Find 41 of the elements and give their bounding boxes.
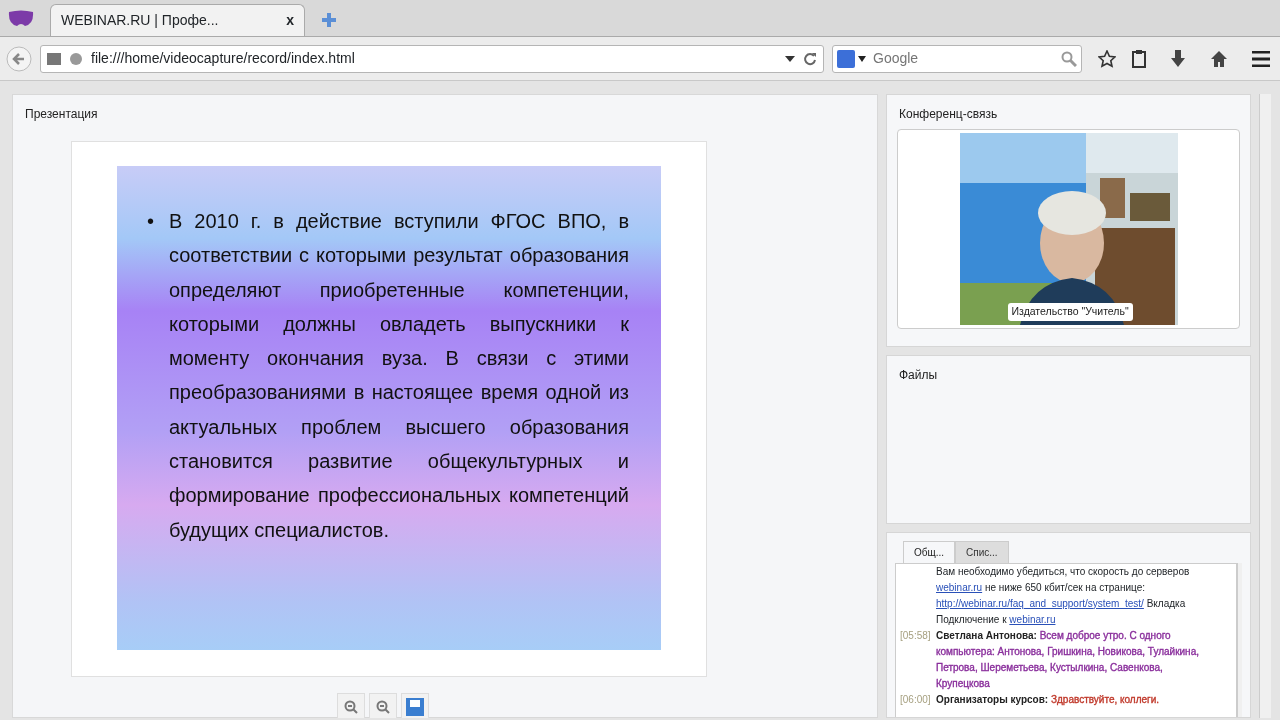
chat-message: Вам необходимо убедиться, что скорость до серверов webinar.ru не ниже 650 кбит/сек на странице: http://webinar.ru/faq_and_support/system_test/ Вкладка Подключение к webinar.ru — [936, 564, 1191, 627]
floppy-icon — [406, 697, 424, 716]
chat-message: Организаторы курсов: Здравствуйте, коллеги. — [936, 692, 1160, 707]
browser-tab[interactable]: WEBINAR.RU | Профе... x — [50, 4, 305, 36]
search-input[interactable]: Google — [871, 47, 1057, 70]
menu-icon[interactable] — [1252, 50, 1270, 67]
link[interactable]: http://webinar.ru/faq_and_support/system_test/ — [936, 597, 1144, 609]
chat-message: Светлана Антонова: Всем доброе утро. С одного компьютера: Антонова, Гришкина, Новикова, Тулайкина, Петрова, Шереметьева, Кустылкина, Савенкова, Крупецкова — [936, 628, 1200, 691]
message-time: [05:58] — [900, 629, 931, 641]
back-icon[interactable] — [6, 45, 32, 72]
close-icon[interactable]: x — [286, 10, 294, 31]
home-icon[interactable] — [1210, 49, 1228, 68]
star-icon[interactable] — [1098, 49, 1116, 68]
scrollbar[interactable] — [1259, 94, 1271, 718]
search-bar[interactable]: Google — [832, 44, 1082, 73]
mask-icon[interactable] — [8, 10, 34, 28]
zoom-out-button[interactable] — [369, 693, 397, 718]
magnifier-icon — [375, 698, 391, 715]
tab-title: WEBINAR.RU | Профе... — [61, 11, 219, 30]
chat-tab[interactable]: Общ... — [903, 540, 956, 563]
url-text: file:///home/videocapture/record/index.html — [91, 49, 356, 68]
download-icon[interactable] — [1170, 49, 1186, 68]
panel-title: Файлы — [898, 367, 939, 385]
slide-text: В 2010 г. в действие вступили ФГОС ВПО, в соответствии с которыми результат образования определяют приобретенные компетенции, которыми должны овладеть выпускники к моменту окончания вуза. В связи с этими преобразованиями в настоящее время одной из актуальных проблем высшего образования становится развитие общекультурных и формирование профессиональных компетенций будущих специалистов. — [169, 209, 629, 543]
search-icon[interactable] — [1061, 50, 1077, 67]
magnifier-icon — [343, 698, 359, 715]
link[interactable]: webinar.ru — [936, 581, 983, 593]
reload-icon[interactable] — [803, 51, 817, 66]
clipboard-icon[interactable] — [1132, 49, 1146, 68]
zoom-in-button[interactable] — [337, 693, 365, 718]
save-button[interactable] — [401, 693, 429, 718]
search-engine-icon[interactable] — [837, 49, 867, 68]
link[interactable]: webinar.ru — [1009, 613, 1056, 625]
dropdown-icon[interactable] — [785, 55, 795, 62]
panel-title: Конференц-связь — [898, 106, 999, 123]
panel-title: Презентация — [24, 106, 99, 123]
bullet-marker: • — [147, 209, 155, 234]
video-caption: Издательство "Учитель" — [1007, 303, 1133, 321]
chat-tab[interactable]: Спис... — [955, 540, 1009, 563]
address-bar[interactable]: file:///home/videocapture/record/index.html — [40, 44, 824, 73]
message-time: [06:00] — [900, 693, 931, 705]
